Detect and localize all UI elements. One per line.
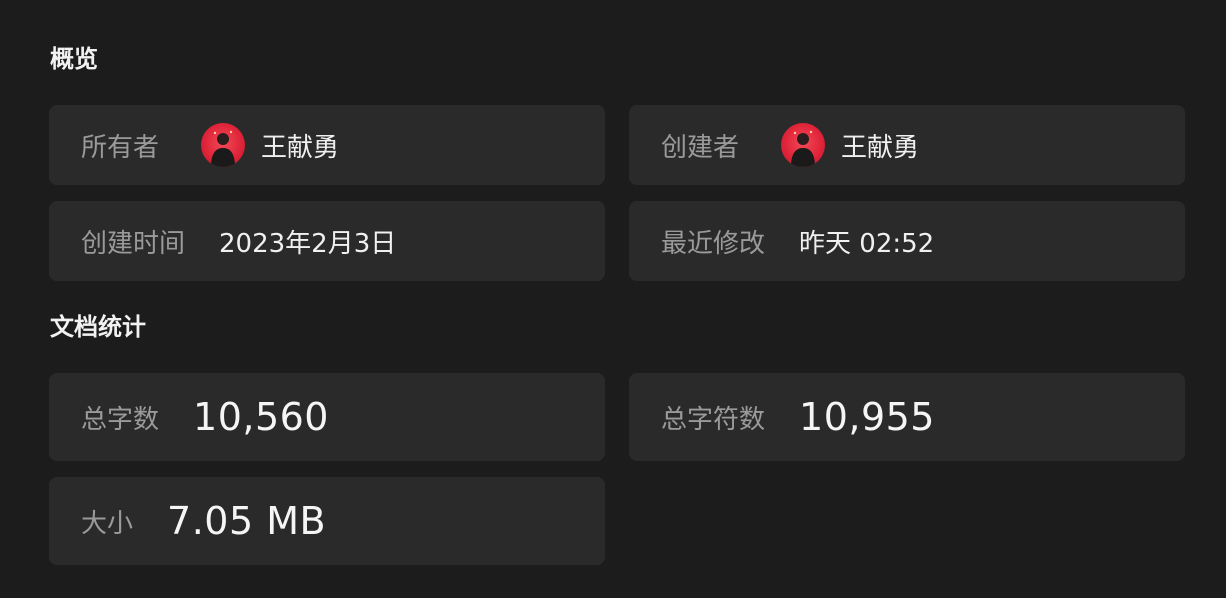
size-label: 大小 — [81, 508, 134, 539]
owner-label: 所有者 — [81, 132, 160, 163]
size-card: 大小 7.05 MB — [49, 477, 605, 565]
modified-time-value: 昨天 02:52 — [799, 228, 935, 259]
document-info-panel: 概览 所有者 王献勇 创建者 王献勇 创建时间 2023年2月3日 最近修改 昨… — [0, 0, 1226, 598]
creator-card: 创建者 王献勇 — [629, 105, 1185, 185]
char-count-value: 10,955 — [799, 395, 935, 439]
created-time-value: 2023年2月3日 — [219, 228, 397, 259]
created-time-card: 创建时间 2023年2月3日 — [49, 201, 605, 281]
modified-time-card: 最近修改 昨天 02:52 — [629, 201, 1185, 281]
owner-name: 王献勇 — [261, 132, 340, 163]
creator-name: 王献勇 — [841, 132, 920, 163]
owner-card: 所有者 王献勇 — [49, 105, 605, 185]
user-avatar-icon[interactable] — [201, 123, 246, 167]
creator-user[interactable]: 王献勇 — [781, 123, 919, 167]
created-time-label: 创建时间 — [81, 228, 186, 259]
modified-time-label: 最近修改 — [661, 228, 766, 259]
word-count-card: 总字数 10,560 — [49, 373, 605, 461]
stats-section-title: 文档统计 — [50, 313, 146, 341]
char-count-label: 总字符数 — [661, 404, 766, 435]
word-count-value: 10,560 — [193, 395, 329, 439]
size-value: 7.05 MB — [167, 499, 327, 543]
word-count-label: 总字数 — [81, 404, 160, 435]
user-avatar-icon[interactable] — [781, 123, 826, 167]
char-count-card: 总字符数 10,955 — [629, 373, 1185, 461]
creator-label: 创建者 — [661, 132, 740, 163]
overview-section-title: 概览 — [50, 45, 98, 73]
owner-user[interactable]: 王献勇 — [201, 123, 339, 167]
